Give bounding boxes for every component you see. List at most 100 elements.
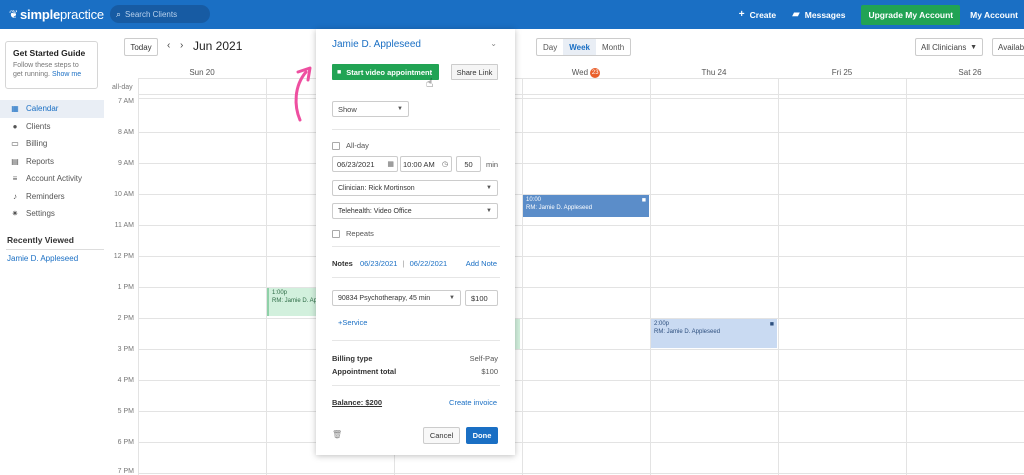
- sidebar-item-billing[interactable]: ▭ Billing: [0, 135, 104, 153]
- create-invoice-link[interactable]: Create invoice: [449, 398, 497, 407]
- hour-label: 10 AM: [114, 191, 134, 198]
- share-link-button[interactable]: Share Link: [451, 64, 498, 80]
- hour-label: 7 PM: [117, 468, 134, 475]
- grid-column-line: [266, 78, 267, 475]
- gear-icon: ✷: [11, 209, 19, 219]
- sidebar-item-account-activity[interactable]: ≡ Account Activity: [0, 170, 104, 188]
- upgrade-button[interactable]: Upgrade My Account: [861, 4, 961, 25]
- appointment-time: 2:00p: [654, 321, 670, 327]
- day-header-fri: Fri 25: [831, 68, 853, 77]
- chevron-down-icon: ▼: [486, 208, 492, 214]
- start-video-appointment-button[interactable]: ■ Start video appointment: [332, 64, 439, 80]
- sidebar-item-label: Reports: [26, 156, 55, 166]
- day-header-wed-label: Wed: [571, 68, 589, 78]
- fee-input[interactable]: $100: [465, 290, 498, 306]
- hour-label: 9 AM: [118, 160, 134, 167]
- cancel-button[interactable]: Cancel: [423, 427, 460, 444]
- clinician-select[interactable]: Clinician: Rick Mortinson ▼: [332, 180, 498, 196]
- my-account-button[interactable]: My Account: [970, 10, 1018, 20]
- appointment-name: RM: Jamie D. Appleseed: [526, 204, 593, 211]
- status-value: Show: [338, 104, 357, 114]
- message-icon: ▰: [792, 9, 800, 20]
- all-day-label: All-day: [346, 141, 369, 150]
- video-camera-icon: ■: [769, 321, 774, 328]
- hour-label: 4 PM: [117, 377, 134, 384]
- divider: [332, 129, 500, 130]
- trash-icon[interactable]: 🗑: [332, 430, 342, 439]
- clinician-value: Clinician: Rick Mortinson: [338, 184, 415, 192]
- today-button[interactable]: Today: [124, 38, 158, 56]
- get-started-guide[interactable]: Get Started Guide Follow these steps to …: [5, 41, 98, 89]
- sidebar-item-clients[interactable]: ● Clients: [0, 118, 104, 136]
- calendar-icon: ▦: [11, 104, 19, 114]
- all-day-checkbox[interactable]: All-day: [332, 141, 369, 150]
- view-month-button[interactable]: Month: [596, 39, 630, 55]
- availability-value: Availability: [998, 42, 1024, 52]
- appointment-time: 10:00: [526, 197, 542, 203]
- grid-row-line: [138, 132, 1024, 133]
- done-button[interactable]: Done: [466, 427, 498, 444]
- service-value: 90834 Psychotherapy, 45 min: [338, 294, 431, 302]
- date-input[interactable]: 06/23/2021 ▦: [332, 156, 398, 172]
- chevron-down-icon[interactable]: ⌄: [490, 39, 497, 48]
- billing-type-label: Billing type: [332, 354, 373, 363]
- view-day-button[interactable]: Day: [537, 39, 563, 55]
- sidebar: Get Started Guide Follow these steps to …: [0, 29, 110, 475]
- location-select[interactable]: Telehealth: Video Office ▼: [332, 203, 498, 219]
- week-grid: Sun 20 Mon 21 Wed 23 Thu 24 Fri 25 Sat 2…: [110, 64, 1024, 475]
- service-select[interactable]: 90834 Psychotherapy, 45 min ▼: [332, 290, 461, 306]
- add-note-link[interactable]: Add Note: [466, 259, 497, 268]
- divider: [332, 246, 500, 247]
- appointment-total-row: Appointment total $100: [332, 367, 498, 376]
- hour-label: 1 PM: [117, 284, 134, 291]
- time-value: 10:00 AM: [403, 159, 435, 169]
- calendar-icon: ▦: [387, 161, 394, 168]
- sidebar-item-reports[interactable]: ▤ Reports: [0, 153, 104, 171]
- duration-input[interactable]: 50: [456, 156, 481, 172]
- sidebar-item-label: Calendar: [26, 104, 59, 114]
- balance-link[interactable]: Balance: $200: [332, 398, 382, 407]
- clinician-filter-select[interactable]: All Clinicians ▼: [915, 38, 983, 56]
- bell-icon: ♪: [13, 191, 17, 201]
- create-button[interactable]: + Create: [739, 9, 776, 20]
- availability-select[interactable]: Availability: [992, 38, 1024, 56]
- grid-row-line: [138, 318, 1024, 319]
- add-service-link[interactable]: +Service: [338, 318, 367, 327]
- prev-week-icon[interactable]: ‹: [167, 40, 170, 51]
- messages-button[interactable]: ▰ Messages: [792, 9, 845, 20]
- grid-row-line: [138, 349, 1024, 350]
- plus-icon: +: [738, 9, 745, 20]
- note-link[interactable]: 06/22/2021: [410, 259, 448, 268]
- day-header-sat: Sat 26: [958, 68, 982, 77]
- today-badge: 23: [590, 68, 601, 78]
- messages-label: Messages: [804, 9, 846, 20]
- appointment-popover: Jamie D. Appleseed ⌄ ■ Start video appoi…: [316, 29, 515, 455]
- next-week-icon[interactable]: ›: [180, 40, 183, 51]
- video-camera-icon: ■: [337, 68, 342, 76]
- repeats-checkbox[interactable]: Repeats: [332, 229, 374, 238]
- repeats-label: Repeats: [346, 229, 374, 238]
- time-input[interactable]: 10:00 AM ◷: [400, 156, 452, 172]
- client-name-link[interactable]: Jamie D. Appleseed: [332, 39, 421, 50]
- logo[interactable]: ❦ simple practice: [9, 7, 104, 22]
- video-camera-icon: ■: [641, 197, 646, 204]
- notes-row: Notes 06/23/2021 | 06/22/2021: [332, 259, 447, 268]
- view-week-button[interactable]: Week: [563, 39, 596, 55]
- appointment-block-selected[interactable]: 10:00 RM: Jamie D. Appleseed ■: [523, 195, 649, 217]
- note-link[interactable]: 06/23/2021: [360, 259, 398, 268]
- search-input[interactable]: ⌕ Search Clients: [110, 5, 210, 23]
- sidebar-item-reminders[interactable]: ♪ Reminders: [0, 188, 104, 206]
- grid-row-line: [138, 256, 1024, 257]
- guide-show-me-link[interactable]: Show me: [52, 71, 81, 78]
- chevron-down-icon: ▼: [970, 43, 977, 51]
- sidebar-item-settings[interactable]: ✷ Settings: [0, 205, 104, 223]
- sidebar-item-calendar[interactable]: ▦ Calendar: [0, 100, 104, 118]
- recent-client-link[interactable]: Jamie D. Appleseed: [7, 254, 78, 263]
- appointment-block[interactable]: 2:00p RM: Jamie D. Appleseed ■: [651, 319, 777, 348]
- attendance-status-select[interactable]: Show ▼: [332, 101, 409, 117]
- appointment-total-value: $100: [481, 367, 498, 376]
- activity-icon: ≡: [12, 174, 18, 184]
- grid-row-line: [138, 411, 1024, 412]
- users-icon: ●: [12, 121, 18, 131]
- divider: [332, 385, 500, 386]
